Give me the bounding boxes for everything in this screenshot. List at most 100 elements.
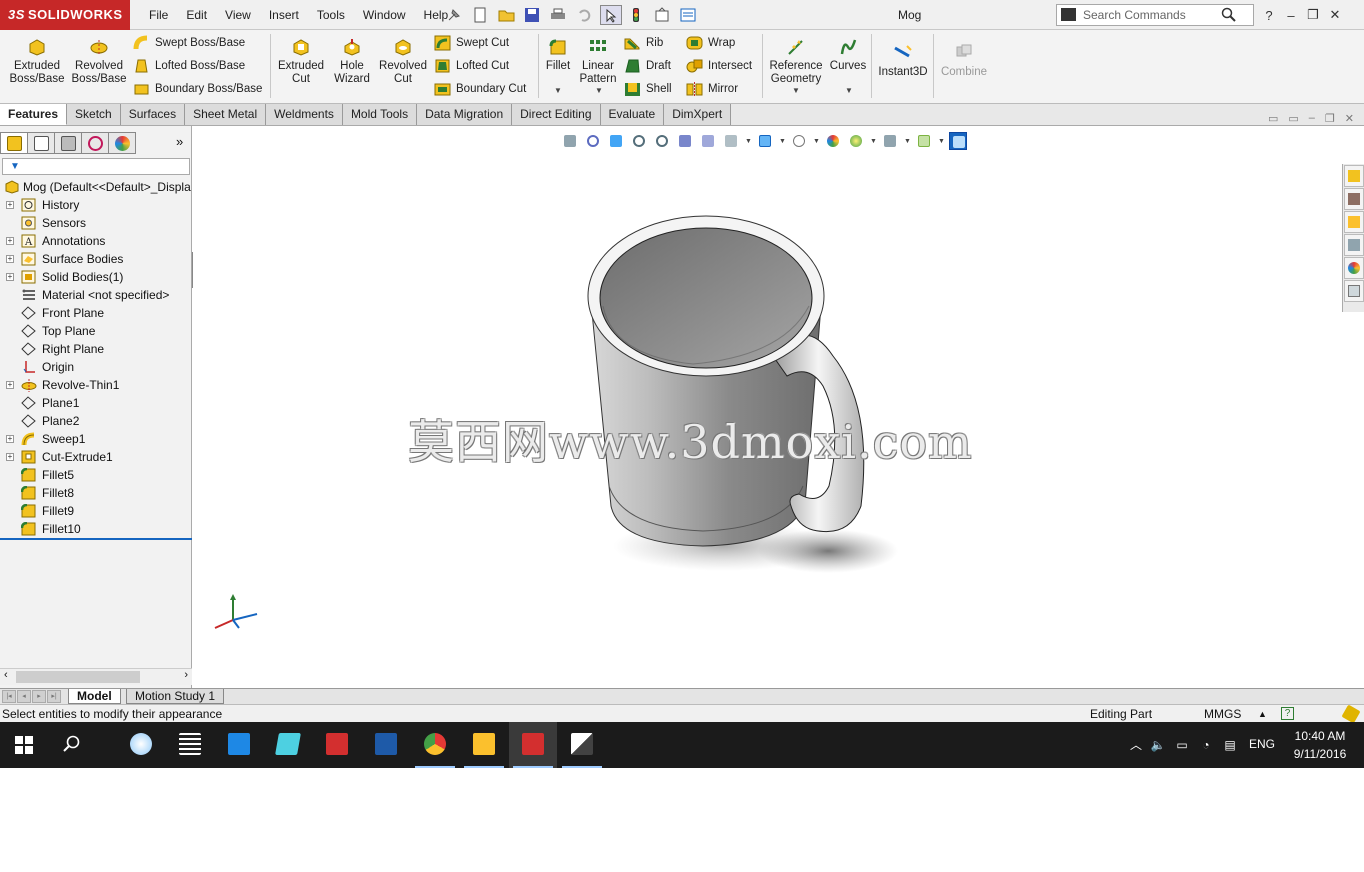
- draft-button[interactable]: Draft: [624, 56, 671, 76]
- taskbar-app-teal[interactable]: [264, 722, 312, 768]
- rebuild-icon[interactable]: [626, 5, 648, 25]
- search-icon[interactable]: [1221, 7, 1237, 23]
- rib-button[interactable]: Rib: [624, 33, 663, 53]
- apply-scene-icon[interactable]: [847, 132, 865, 150]
- new-document-icon[interactable]: [470, 5, 492, 25]
- curves-button[interactable]: Curves: [826, 38, 870, 73]
- tree-item-origin[interactable]: Origin: [0, 358, 192, 376]
- tile-horizontal-icon[interactable]: ▭: [1268, 112, 1278, 125]
- swept-boss-button[interactable]: Swept Boss/Base: [133, 33, 245, 53]
- doc-close-icon[interactable]: ✕: [1345, 112, 1354, 125]
- expand-icon[interactable]: +: [6, 381, 14, 389]
- reference-geometry-button[interactable]: Reference Geometry: [764, 38, 828, 86]
- first-tab-icon[interactable]: |◂: [2, 690, 16, 703]
- tree-item-top-plane[interactable]: Top Plane: [0, 322, 192, 340]
- clock[interactable]: 10:40 AM 9/11/2016: [1282, 727, 1358, 763]
- save-icon[interactable]: [522, 5, 544, 25]
- expand-icon[interactable]: +: [6, 273, 14, 281]
- solidworks-resources-icon[interactable]: [1344, 165, 1364, 187]
- tab-motion-study-1[interactable]: Motion Study 1: [126, 689, 225, 704]
- chevron-down-icon[interactable]: ▼: [745, 138, 752, 145]
- dynamic-annotation-icon[interactable]: [699, 132, 717, 150]
- rebuild-status-icon[interactable]: [1341, 704, 1361, 724]
- scroll-right-icon[interactable]: ›: [184, 669, 188, 681]
- chevron-down-icon[interactable]: ▼: [779, 138, 786, 145]
- tree-item-fillet8[interactable]: Fillet8: [0, 484, 192, 502]
- taskbar-calculator-app[interactable]: [166, 722, 214, 768]
- doc-minimize-icon[interactable]: –: [1309, 112, 1315, 125]
- tab-dimxpert[interactable]: DimXpert: [664, 104, 732, 125]
- previous-view-icon[interactable]: [561, 132, 579, 150]
- volume-icon[interactable]: 🔈: [1150, 738, 1166, 752]
- undo-icon[interactable]: [574, 5, 596, 25]
- zoom-to-fit-icon[interactable]: [584, 132, 602, 150]
- boundary-cut-button[interactable]: Boundary Cut: [434, 79, 526, 99]
- linear-pattern-button[interactable]: Linear Pattern: [566, 38, 630, 86]
- menu-window[interactable]: Window: [354, 0, 415, 30]
- linear-pattern-dropdown[interactable]: ▼: [595, 86, 603, 95]
- menu-insert[interactable]: Insert: [260, 0, 308, 30]
- help-icon[interactable]: ?: [1281, 707, 1294, 720]
- tree-item-fillet9[interactable]: Fillet9: [0, 502, 192, 520]
- menu-edit[interactable]: Edit: [177, 0, 216, 30]
- display-style-icon[interactable]: [756, 132, 774, 150]
- tree-item-front-plane[interactable]: Front Plane: [0, 304, 192, 322]
- chevron-down-icon[interactable]: ▼: [870, 138, 877, 145]
- search-commands-input[interactable]: Search Commands: [1056, 4, 1254, 26]
- print-icon[interactable]: [548, 5, 570, 25]
- taskbar-app-blue[interactable]: [215, 722, 263, 768]
- tree-item-cut-extrude1[interactable]: + Cut-Extrude1: [0, 448, 192, 466]
- expand-icon[interactable]: +: [6, 237, 14, 245]
- taskbar-file-explorer-app[interactable]: [460, 722, 508, 768]
- view-settings-icon[interactable]: [881, 132, 899, 150]
- view-orientation-cube-icon[interactable]: [722, 132, 740, 150]
- start-button[interactable]: [0, 722, 48, 768]
- revolved-cut-button[interactable]: Revolved Cut: [371, 38, 435, 86]
- design-library-icon[interactable]: [1344, 188, 1364, 210]
- solidworks-logo[interactable]: 3S SOLIDWORKS: [0, 0, 130, 30]
- dimxpert-manager-tab[interactable]: [81, 132, 109, 154]
- tab-direct-editing[interactable]: Direct Editing: [512, 104, 601, 125]
- tree-item-material-not-specified[interactable]: Material <not specified>: [0, 286, 192, 304]
- tab-sketch[interactable]: Sketch: [67, 104, 121, 125]
- fillet-dropdown[interactable]: ▼: [554, 86, 562, 95]
- tab-sheet-metal[interactable]: Sheet Metal: [185, 104, 267, 125]
- tree-item-history[interactable]: + History: [0, 196, 192, 214]
- menu-view[interactable]: View: [216, 0, 260, 30]
- rollback-bar[interactable]: [0, 538, 192, 540]
- expand-icon[interactable]: +: [6, 435, 14, 443]
- chevron-up-icon[interactable]: ︿: [1128, 738, 1144, 752]
- feature-manager-tab[interactable]: [0, 132, 28, 154]
- tree-item-revolve-thin1[interactable]: + Revolve-Thin1: [0, 376, 192, 394]
- edit-appearance-icon[interactable]: [824, 132, 842, 150]
- restore-button[interactable]: ❐: [1306, 7, 1320, 23]
- taskbar-solidworks-active[interactable]: [509, 722, 557, 768]
- chevron-down-icon[interactable]: ▼: [813, 138, 820, 145]
- chevron-right-icon[interactable]: »: [176, 134, 183, 149]
- close-button[interactable]: ✕: [1328, 7, 1342, 23]
- taskbar-solidworks-app[interactable]: [313, 722, 361, 768]
- expand-icon[interactable]: +: [6, 453, 14, 461]
- horizontal-scrollbar[interactable]: ‹ ›: [0, 668, 192, 685]
- configuration-manager-tab[interactable]: [54, 132, 82, 154]
- wrap-button[interactable]: Wrap: [686, 33, 735, 53]
- instant3d-button[interactable]: Instant3D: [874, 44, 932, 79]
- taskbar-photos-app[interactable]: [558, 722, 606, 768]
- realview-icon[interactable]: [915, 132, 933, 150]
- tree-item-annotations[interactable]: + A Annotations: [0, 232, 192, 250]
- chevron-down-icon[interactable]: ▼: [938, 138, 945, 145]
- boundary-boss-button[interactable]: Boundary Boss/Base: [133, 79, 262, 99]
- revolved-boss-button[interactable]: Revolved Boss/Base: [67, 38, 131, 86]
- view-palette-icon[interactable]: [1344, 234, 1364, 256]
- tree-item-fillet5[interactable]: Fillet5: [0, 466, 192, 484]
- unit-system[interactable]: MMGS: [1204, 705, 1241, 723]
- combine-button[interactable]: Combine: [934, 44, 994, 79]
- last-tab-icon[interactable]: ▸|: [47, 690, 61, 703]
- expand-icon[interactable]: +: [6, 255, 14, 263]
- scroll-left-icon[interactable]: ‹: [4, 669, 8, 681]
- view-cube-icon[interactable]: [949, 132, 967, 150]
- input-language[interactable]: ENG: [1249, 737, 1275, 751]
- taskbar-chrome-app[interactable]: [411, 722, 459, 768]
- tab-mold-tools[interactable]: Mold Tools: [342, 104, 418, 125]
- menu-tools[interactable]: Tools: [308, 0, 354, 30]
